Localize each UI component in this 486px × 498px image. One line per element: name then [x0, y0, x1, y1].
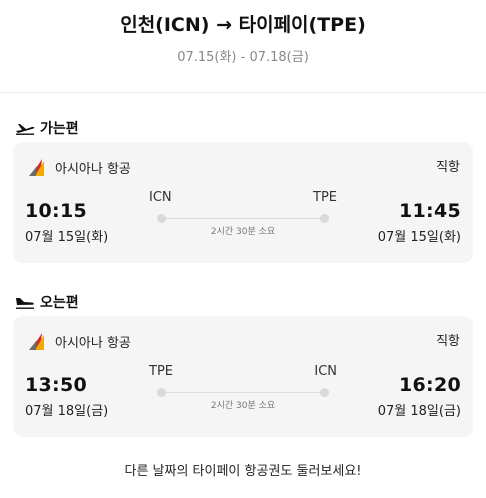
asiana-logo-icon [29, 159, 44, 176]
departure-code: TPE [149, 364, 173, 379]
flight-type: 직항 [436, 160, 460, 175]
airline-name: 아시아나 항공 [55, 161, 131, 177]
arrival-date: 07월 18일(금) [377, 404, 461, 419]
arrival-date: 07월 15일(화) [377, 230, 461, 245]
departure-time: 10:15 [25, 200, 87, 222]
inbound-label: 오는편 [40, 295, 79, 311]
arrival-code: ICN [314, 364, 337, 379]
flight-type: 직항 [436, 334, 460, 349]
airline-info: 아시아나 항공 [27, 156, 131, 178]
plane-landing-icon [16, 298, 34, 309]
header: 인천(ICN) → 타이페이(TPE) 07.15(화) - 07.18(금) [0, 0, 486, 92]
departure-time: 13:50 [25, 374, 87, 396]
outbound-flight-card[interactable]: 아시아나 항공 직항 10:15 07월 15일(화) ICN 2시간 30분 … [13, 142, 473, 263]
airline-name: 아시아나 항공 [55, 335, 131, 351]
inbound-section-label: 오는편 [14, 292, 79, 312]
route-line [157, 214, 329, 224]
plane-takeoff-icon [16, 124, 35, 135]
header-divider [0, 92, 486, 93]
asiana-logo-icon [29, 333, 44, 350]
arrival-time: 11:45 [399, 200, 461, 222]
trip-dates: 07.15(화) - 07.18(금) [177, 50, 309, 65]
page-title: 인천(ICN) → 타이페이(TPE) [120, 14, 366, 36]
browse-other-dates-link[interactable]: 다른 날짜의 타이페이 항공권도 둘러보세요! [0, 460, 486, 479]
arrival-code: TPE [313, 190, 337, 205]
airline-info: 아시아나 항공 [27, 330, 131, 352]
route-line [157, 388, 329, 398]
outbound-label: 가는편 [40, 121, 79, 137]
outbound-section-label: 가는편 [14, 118, 79, 138]
departure-code: ICN [149, 190, 172, 205]
arrival-time: 16:20 [399, 374, 461, 396]
inbound-flight-card[interactable]: 아시아나 항공 직항 13:50 07월 18일(금) TPE 2시간 30분 … [13, 316, 473, 437]
